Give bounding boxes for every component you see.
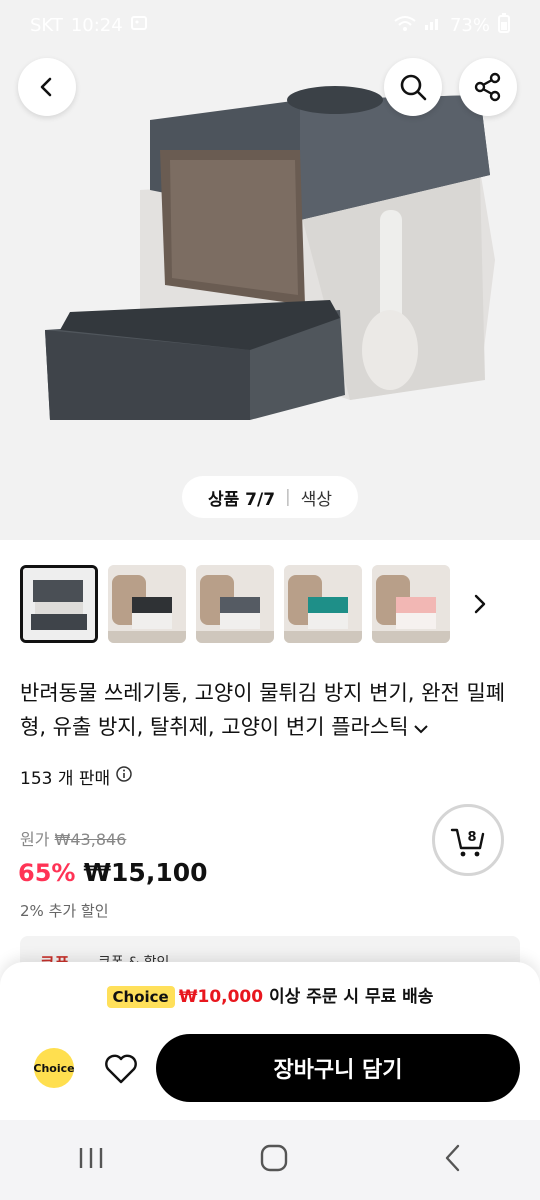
thumbnail-strip bbox=[20, 564, 520, 644]
original-price-label: 원가 bbox=[20, 830, 50, 849]
system-nav-bar bbox=[0, 1120, 540, 1200]
divider: | bbox=[285, 487, 291, 507]
cart-button[interactable]: 8 bbox=[432, 804, 504, 876]
promo-text: 이상 주문 시 무료 배송 bbox=[269, 987, 434, 1007]
thumbnail-1[interactable] bbox=[20, 565, 98, 643]
thumbnail-5[interactable] bbox=[372, 565, 450, 643]
product-title-block[interactable]: 반려동물 쓰레기통, 고양이 물튀김 방지 변기, 완전 밀폐형, 유출 방지,… bbox=[20, 676, 520, 745]
signal-icon bbox=[424, 15, 442, 36]
battery-icon bbox=[498, 12, 510, 38]
original-price: ₩43,846 bbox=[54, 830, 127, 849]
discount-rate: 65% bbox=[18, 859, 76, 887]
choice-logo[interactable]: Choice bbox=[33, 1048, 75, 1088]
sold-count: 153 개 판매 bbox=[20, 764, 132, 789]
sold-count-label: 153 개 판매 bbox=[20, 769, 111, 789]
battery-percent: 73% bbox=[449, 14, 490, 36]
recent-apps-button[interactable] bbox=[76, 1144, 106, 1176]
thumbnail-3[interactable] bbox=[196, 565, 274, 643]
home-button[interactable] bbox=[259, 1143, 289, 1177]
thumbnail-next-button[interactable] bbox=[460, 565, 500, 643]
carrier-label: SKT bbox=[30, 14, 63, 36]
color-option-link[interactable]: 색상 bbox=[301, 485, 332, 510]
heart-icon bbox=[105, 1054, 137, 1084]
original-price-row: 원가 ₩43,846 bbox=[20, 826, 126, 850]
product-title: 반려동물 쓰레기통, 고양이 물튀김 방지 변기, 완전 밀폐형, 유출 방지,… bbox=[20, 681, 506, 739]
back-button[interactable] bbox=[18, 58, 76, 116]
cart-count: 8 bbox=[467, 830, 476, 845]
thumbnail-2[interactable] bbox=[108, 565, 186, 643]
extra-discount: 2% 추가 할인 bbox=[20, 902, 109, 920]
chevron-down-icon[interactable] bbox=[413, 711, 429, 745]
add-to-cart-button[interactable]: 장바구니 담기 bbox=[156, 1034, 520, 1102]
free-shipping-banner: Choice ₩10,000 이상 주문 시 무료 배송 bbox=[0, 982, 540, 1008]
share-button[interactable] bbox=[459, 58, 517, 116]
image-counter: 상품 7/7 bbox=[207, 489, 276, 510]
choice-badge: Choice bbox=[106, 986, 175, 1008]
thumbnail-4[interactable] bbox=[284, 565, 362, 643]
image-indicator[interactable]: 상품 7/7 | 색상 bbox=[182, 476, 358, 518]
status-bar: SKT 10:24 73% bbox=[0, 0, 540, 50]
bottom-action-sheet: Choice ₩10,000 이상 주문 시 무료 배송 Choice 장바구니 … bbox=[0, 962, 540, 1122]
info-icon[interactable] bbox=[116, 766, 132, 787]
clock: 10:24 bbox=[70, 14, 123, 36]
search-button[interactable] bbox=[384, 58, 442, 116]
nav-back-button[interactable] bbox=[442, 1143, 464, 1177]
chevron-right-icon bbox=[474, 594, 486, 614]
image-notification-icon bbox=[130, 15, 147, 36]
sale-price: ₩15,100 bbox=[83, 858, 208, 887]
search-icon bbox=[400, 74, 427, 101]
cart-icon: 8 bbox=[450, 828, 485, 857]
wifi-icon bbox=[394, 15, 416, 36]
promo-amount: ₩10,000 bbox=[178, 987, 264, 1007]
wishlist-button[interactable] bbox=[102, 1050, 140, 1088]
chevron-left-icon bbox=[40, 77, 52, 97]
share-icon bbox=[474, 72, 501, 102]
price-row: 65% ₩15,100 bbox=[18, 858, 208, 887]
